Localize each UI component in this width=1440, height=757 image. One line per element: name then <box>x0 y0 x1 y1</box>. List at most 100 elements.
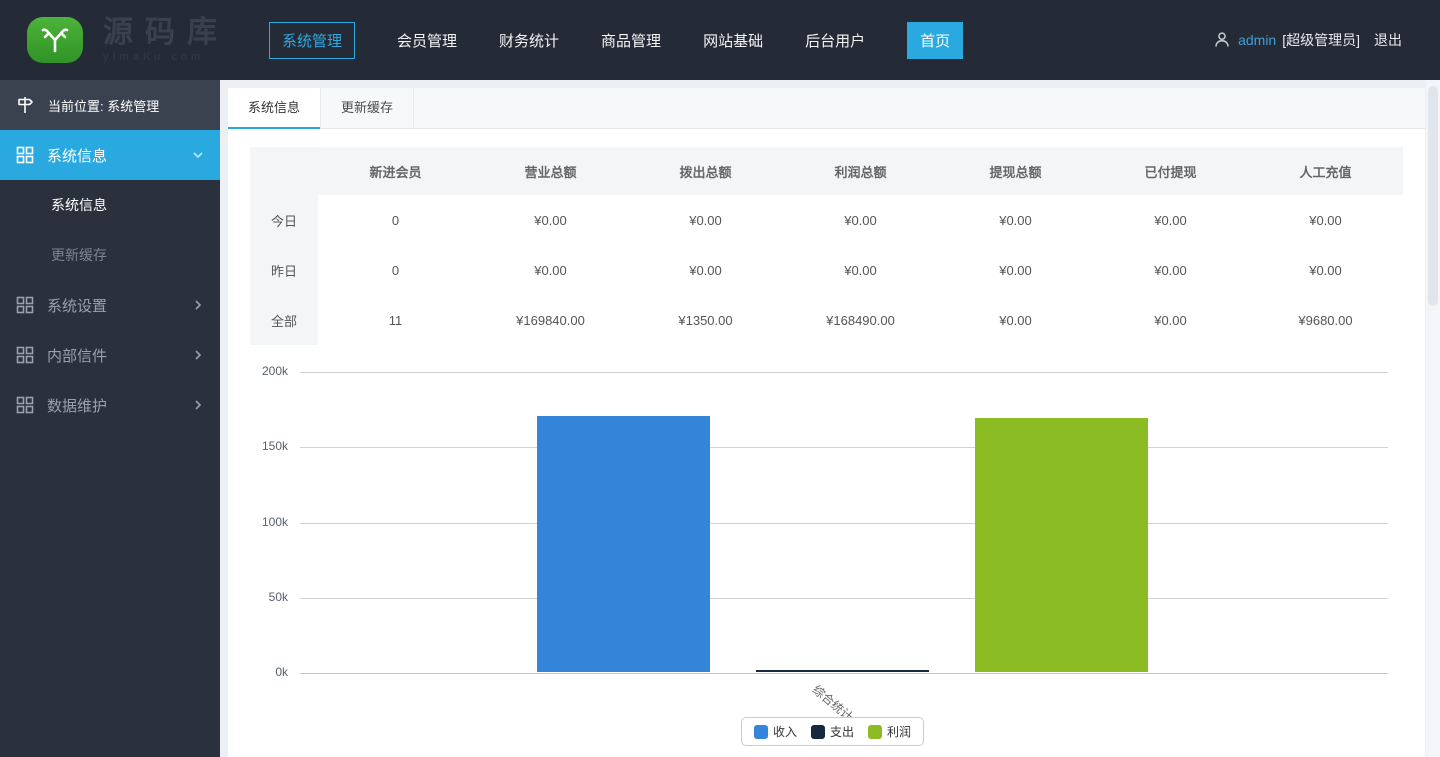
stats-column-header: 拨出总额 <box>628 147 783 195</box>
gridline <box>300 447 1388 448</box>
nav-product-management[interactable]: 商品管理 <box>601 30 661 51</box>
bar-chart: 0k50k100k150k200k 综合统计 收入支出利润 <box>300 372 1388 757</box>
legend-swatch <box>754 725 768 739</box>
legend-item-收入[interactable]: 收入 <box>754 723 797 740</box>
top-navigation: 系统管理 会员管理 财务统计 商品管理 网站基础 后台用户 首页 <box>269 22 963 59</box>
legend-item-利润[interactable]: 利润 <box>868 723 911 740</box>
sidebar-item-label: 数据维护 <box>47 395 107 416</box>
legend-item-支出[interactable]: 支出 <box>811 723 854 740</box>
sidebar-item-system-info[interactable]: 系统信息 <box>0 130 220 180</box>
user-role: [超级管理员] <box>1282 30 1360 50</box>
table-cell: ¥0.00 <box>783 195 938 245</box>
scrollbar-track[interactable] <box>1426 80 1440 757</box>
table-cell: ¥0.00 <box>473 195 628 245</box>
gridline <box>300 372 1388 373</box>
table-cell: ¥0.00 <box>1093 245 1248 295</box>
stats-column-header: 人工充值 <box>1248 147 1403 195</box>
table-cell: ¥0.00 <box>938 245 1093 295</box>
table-cell: ¥1350.00 <box>628 295 783 345</box>
chevron-right-icon <box>192 349 204 361</box>
table-cell: ¥0.00 <box>1248 245 1403 295</box>
table-cell: ¥0.00 <box>1093 295 1248 345</box>
gridline <box>300 523 1388 524</box>
logout-button[interactable]: 退出 <box>1374 30 1402 50</box>
table-row: 全部11¥169840.00¥1350.00¥168490.00¥0.00¥0.… <box>250 295 1403 345</box>
sidebar-subitem-refresh-cache[interactable]: 更新缓存 <box>0 230 220 280</box>
tab-refresh-cache[interactable]: 更新缓存 <box>321 88 414 128</box>
nav-system-management[interactable]: 系统管理 <box>269 22 355 59</box>
sidebar-item-system-settings[interactable]: 系统设置 <box>0 280 220 330</box>
grid-icon <box>16 396 34 414</box>
table-row: 昨日0¥0.00¥0.00¥0.00¥0.00¥0.00¥0.00 <box>250 245 1403 295</box>
grid-icon <box>16 296 34 314</box>
sidebar: 当前位置: 系统管理 系统信息 系统信息 更新缓存 系 <box>0 80 220 757</box>
chevron-down-icon <box>192 149 204 161</box>
table-cell: ¥9680.00 <box>1248 295 1403 345</box>
logo-text: 源码库 yImaKu.com <box>103 18 229 63</box>
table-cell: ¥0.00 <box>938 195 1093 245</box>
stats-col-corner <box>250 147 318 195</box>
tab-bar: 系统信息 更新缓存 <box>228 88 1425 129</box>
sidebar-subitem-system-info[interactable]: 系统信息 <box>0 180 220 230</box>
legend-swatch <box>868 725 882 739</box>
logo-title: 源码库 <box>103 18 229 48</box>
nav-home[interactable]: 首页 <box>907 22 963 59</box>
stats-column-header: 营业总额 <box>473 147 628 195</box>
chart-legend: 收入 支出 利润 <box>741 717 924 746</box>
logo-subtitle: yImaKu.com <box>103 51 229 63</box>
chevron-right-icon <box>192 299 204 311</box>
table-cell: ¥169840.00 <box>473 295 628 345</box>
stats-column-header: 新进会员 <box>318 147 473 195</box>
grid-icon <box>16 146 34 164</box>
table-cell: ¥0.00 <box>1248 195 1403 245</box>
user-name[interactable]: admin <box>1238 32 1276 48</box>
breadcrumb: 当前位置: 系统管理 <box>0 80 220 130</box>
scrollbar-thumb[interactable] <box>1428 86 1438 306</box>
sidebar-item-data-maintenance[interactable]: 数据维护 <box>0 380 220 430</box>
stats-table: 新进会员营业总额拨出总额利润总额提现总额已付提现人工充值 今日0¥0.00¥0.… <box>250 147 1403 345</box>
table-cell: 11 <box>318 295 473 345</box>
nav-member-management[interactable]: 会员管理 <box>397 30 457 51</box>
y-axis-tick: 0k <box>236 665 288 679</box>
tab-system-info[interactable]: 系统信息 <box>228 88 321 128</box>
user-icon <box>1213 31 1231 49</box>
y-axis-tick: 50k <box>236 590 288 604</box>
legend-label: 支出 <box>830 723 854 740</box>
y-axis-tick: 200k <box>236 364 288 378</box>
table-cell: ¥0.00 <box>473 245 628 295</box>
stats-table-body: 今日0¥0.00¥0.00¥0.00¥0.00¥0.00¥0.00昨日0¥0.0… <box>250 195 1403 345</box>
legend-label: 利润 <box>887 723 911 740</box>
content-panel: 新进会员营业总额拨出总额利润总额提现总额已付提现人工充值 今日0¥0.00¥0.… <box>228 129 1425 757</box>
stats-column-header: 提现总额 <box>938 147 1093 195</box>
chart-plot: 0k50k100k150k200k <box>300 372 1388 673</box>
row-label: 今日 <box>250 195 318 245</box>
nav-site-basics[interactable]: 网站基础 <box>703 30 763 51</box>
table-cell: ¥168490.00 <box>783 295 938 345</box>
signpost-icon <box>15 95 35 115</box>
stats-column-header: 已付提现 <box>1093 147 1248 195</box>
table-cell: ¥0.00 <box>628 195 783 245</box>
legend-label: 收入 <box>773 723 797 740</box>
nav-finance-statistics[interactable]: 财务统计 <box>499 30 559 51</box>
grid-icon <box>16 346 34 364</box>
table-cell: ¥0.00 <box>628 245 783 295</box>
user-box: admin [超级管理员] 退出 <box>1213 30 1402 50</box>
table-row: 今日0¥0.00¥0.00¥0.00¥0.00¥0.00¥0.00 <box>250 195 1403 245</box>
breadcrumb-label: 当前位置: 系统管理 <box>48 96 159 115</box>
bar-利润 <box>975 418 1148 672</box>
gridline <box>300 673 1388 674</box>
sidebar-item-internal-mail[interactable]: 内部信件 <box>0 330 220 380</box>
chevron-right-icon <box>192 399 204 411</box>
app-logo[interactable]: 源码库 yImaKu.com <box>27 17 229 63</box>
main-area: 系统信息 更新缓存 新进会员营业总额拨出总额利润总额提现总额已付提现人工充值 今… <box>220 80 1440 757</box>
table-cell: 0 <box>318 195 473 245</box>
table-cell: 0 <box>318 245 473 295</box>
legend-swatch <box>811 725 825 739</box>
table-cell: ¥0.00 <box>1093 195 1248 245</box>
bar-收入 <box>537 416 710 672</box>
bar-支出 <box>756 670 929 673</box>
sidebar-item-label: 内部信件 <box>47 345 107 366</box>
logo-icon <box>27 17 83 63</box>
sidebar-item-label: 系统设置 <box>47 295 107 316</box>
nav-backend-users[interactable]: 后台用户 <box>805 30 865 51</box>
